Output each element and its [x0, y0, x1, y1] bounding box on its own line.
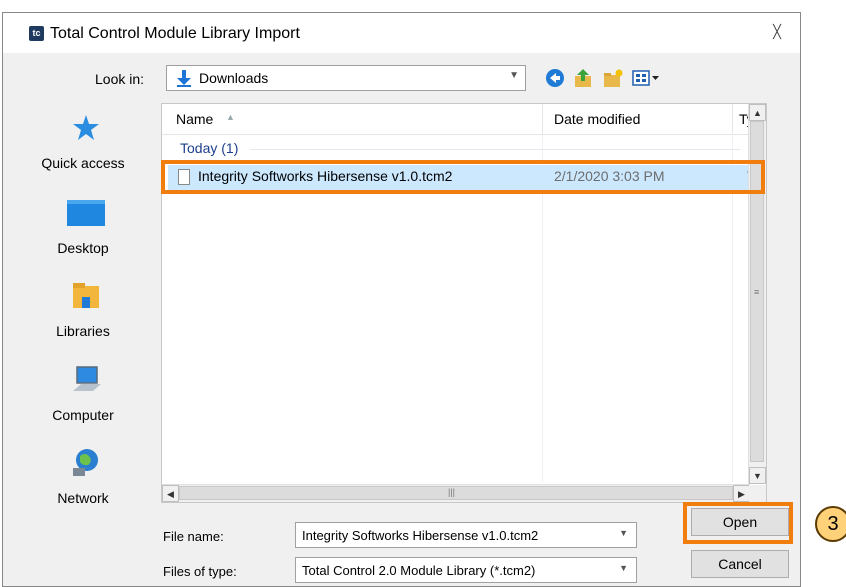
scroll-right-icon[interactable]: ▶ — [733, 485, 750, 502]
column-name[interactable]: Name — [176, 111, 213, 127]
up-folder-icon[interactable] — [573, 68, 595, 88]
file-date: 2/1/2020 3:03 PM — [554, 168, 665, 184]
look-in-dropdown[interactable]: Downloads ▼ — [166, 65, 526, 91]
group-header-today[interactable]: Today (1) — [180, 140, 238, 156]
place-computer[interactable]: Computer — [13, 365, 153, 435]
cancel-button[interactable]: Cancel — [691, 550, 789, 578]
look-in-value: Downloads — [199, 70, 269, 86]
libraries-icon — [73, 283, 99, 308]
network-icon — [73, 449, 98, 476]
file-name-combobox[interactable]: Integrity Softworks Hibersense v1.0.tcm2… — [295, 522, 637, 548]
list-header: Name ▲ Date modified Ty — [162, 104, 766, 135]
scroll-thumb[interactable]: ||| — [179, 486, 733, 500]
place-label: Quick access — [41, 155, 125, 171]
scroll-down-icon[interactable]: ▼ — [749, 467, 766, 484]
place-libraries[interactable]: Libraries — [13, 281, 153, 351]
chevron-down-icon[interactable]: ▼ — [619, 563, 628, 573]
file-type-value: Total Control 2.0 Module Library (*.tcm2… — [302, 563, 536, 578]
new-folder-icon[interactable] — [602, 68, 624, 88]
horizontal-scrollbar[interactable]: ◀ ||| ▶ — [162, 484, 750, 502]
file-name: Integrity Softworks Hibersense v1.0.tcm2 — [198, 168, 453, 184]
computer-icon — [73, 366, 101, 391]
grip-icon: ||| — [448, 487, 456, 497]
document-icon — [178, 169, 190, 185]
title-bar: tc Total Control Module Library Import ╳ — [3, 13, 800, 53]
file-open-dialog: tc Total Control Module Library Import ╳… — [2, 12, 801, 587]
scroll-corner — [749, 485, 766, 502]
scroll-up-icon[interactable]: ▲ — [749, 104, 766, 121]
chevron-down-icon: ▼ — [509, 70, 519, 81]
column-date-modified[interactable]: Date modified — [554, 111, 640, 127]
file-type-dropdown[interactable]: Total Control 2.0 Module Library (*.tcm2… — [295, 557, 637, 583]
sort-up-icon: ▲ — [226, 112, 235, 122]
scroll-thumb[interactable]: ≡ — [750, 121, 764, 462]
back-icon[interactable] — [544, 68, 566, 88]
column-divider[interactable] — [542, 104, 543, 134]
vertical-scrollbar[interactable]: ▲ ≡ ▼ — [748, 104, 766, 484]
places-bar: Quick access Desktop Libraries Computer — [13, 103, 153, 506]
app-icon: tc — [29, 26, 44, 41]
close-icon[interactable]: ╳ — [768, 23, 786, 41]
file-name-label: File name: — [163, 529, 224, 544]
list-item[interactable]: Integrity Softworks Hibersense v1.0.tcm2… — [168, 165, 766, 190]
desktop-icon — [67, 200, 105, 226]
place-label: Computer — [52, 407, 114, 423]
step-badge: 3 — [815, 506, 846, 542]
file-list[interactable]: Name ▲ Date modified Ty Today (1) Integr… — [161, 103, 767, 503]
chevron-down-icon[interactable]: ▼ — [619, 528, 628, 538]
place-label: Network — [57, 490, 109, 506]
scroll-left-icon[interactable]: ◀ — [162, 485, 179, 502]
view-menu-icon[interactable] — [631, 68, 661, 88]
column-divider[interactable] — [732, 104, 733, 134]
window-title: Total Control Module Library Import — [50, 25, 300, 42]
place-desktop[interactable]: Desktop — [13, 198, 153, 268]
file-name-value: Integrity Softworks Hibersense v1.0.tcm2 — [302, 528, 539, 543]
file-type-label: Files of type: — [163, 564, 237, 579]
star-icon — [73, 115, 99, 140]
place-quick-access[interactable]: Quick access — [13, 113, 153, 183]
downloads-arrow-icon — [177, 70, 191, 87]
look-in-label: Look in: — [95, 71, 145, 87]
place-label: Desktop — [57, 240, 109, 256]
open-button[interactable]: Open — [691, 508, 789, 536]
grip-icon: ≡ — [754, 287, 760, 297]
group-divider — [250, 149, 740, 150]
place-network[interactable]: Network — [13, 448, 153, 518]
place-label: Libraries — [56, 323, 110, 339]
